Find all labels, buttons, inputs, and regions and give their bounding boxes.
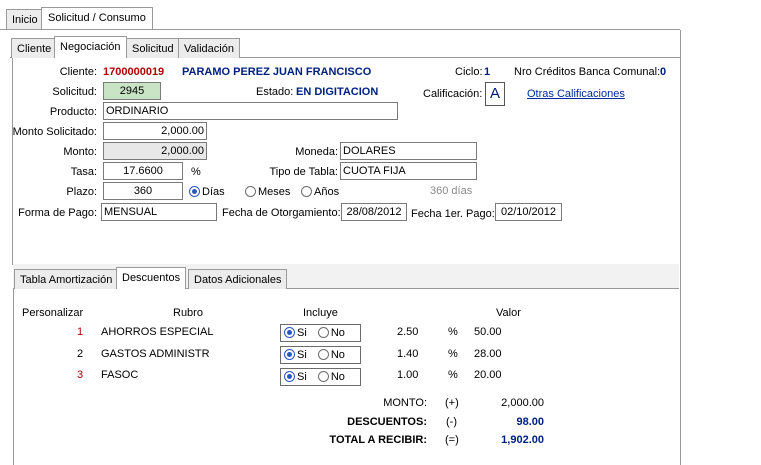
monto-field: 2,000.00 — [103, 142, 207, 160]
row-3-pct-sign: % — [448, 369, 458, 381]
row-1-pct-sign: % — [448, 326, 458, 338]
calificacion-label: Calificación: — [423, 88, 483, 100]
row-2-incluye-toggle[interactable]: Si No — [280, 346, 361, 364]
radio-dias[interactable] — [189, 186, 200, 197]
tipo-tabla-label: Tipo de Tabla: — [269, 166, 339, 178]
total-recibir-value: 1,902.00 — [501, 434, 544, 446]
tasa-unit: % — [191, 166, 201, 178]
monto-solicitado-field[interactable]: 2,000.00 — [103, 122, 207, 140]
row-2-si-label: Si — [297, 349, 307, 361]
tab-tabla-amortizacion[interactable]: Tabla Amortización — [14, 269, 119, 289]
plazo-option-anos-label: Años — [314, 186, 340, 198]
total-monto-value: 2,000.00 — [501, 397, 544, 409]
fecha-otorgamiento-field[interactable]: 28/08/2012 — [341, 203, 407, 221]
producto-label: Producto: — [49, 106, 97, 118]
total-recibir-label: TOTAL A RECIBIR: — [329, 434, 427, 446]
total-monto-label: MONTO: — [383, 397, 427, 409]
solicitud-field[interactable]: 2945 — [103, 82, 161, 100]
estado-label: Estado: — [256, 86, 294, 98]
calificacion-box: A — [485, 82, 505, 106]
header-rubro: Rubro — [173, 307, 203, 319]
total-descuentos-value: 98.00 — [516, 416, 544, 428]
row-3-rubro: FASOC — [101, 369, 139, 381]
client-label: Cliente: — [59, 66, 97, 78]
row-1-rubro: AHORROS ESPECIAL — [101, 326, 214, 338]
radio-anos[interactable] — [301, 186, 312, 197]
header-valor: Valor — [496, 307, 521, 319]
estado-value: EN DIGITACION — [296, 86, 379, 98]
moneda-field[interactable]: DOLARES — [340, 142, 477, 160]
plazo-option-dias-label: Días — [202, 186, 225, 198]
row-1-incluye-toggle[interactable]: Si No — [280, 324, 361, 342]
row-2-pct-sign: % — [448, 348, 458, 360]
ciclo-label: Ciclo: — [455, 66, 483, 78]
plazo-option-dias[interactable]: Días — [189, 186, 225, 198]
plazo-option-meses[interactable]: Meses — [245, 186, 290, 198]
plazo-option-meses-label: Meses — [258, 186, 291, 198]
row-2-valor: 28.00 — [474, 348, 502, 360]
tab-solicitud-consumo[interactable]: Solicitud / Consumo — [41, 7, 153, 29]
forma-pago-field[interactable]: MENSUAL — [101, 203, 217, 221]
total-descuentos-label: DESCUENTOS: — [347, 416, 427, 428]
nro-creditos-label: Nro Créditos Banca Comunal: — [514, 66, 661, 78]
solicitud-label: Solicitud: — [52, 86, 97, 98]
total-recibir-sign: (=) — [445, 434, 459, 446]
row-1-si-radio[interactable] — [284, 327, 295, 338]
tipo-tabla-field[interactable]: CUOTA FIJA — [340, 162, 477, 180]
otras-calificaciones-link[interactable]: Otras Calificaciones — [527, 88, 625, 100]
plazo-label: Plazo: — [66, 186, 97, 198]
header-incluye: Incluye — [303, 307, 338, 319]
tab-cliente[interactable]: Cliente — [11, 38, 58, 58]
tasa-label: Tasa: — [70, 166, 97, 178]
nro-creditos-value: 0 — [660, 66, 667, 78]
plazo-field[interactable]: 360 — [103, 182, 183, 200]
fecha-primer-pago-field[interactable]: 02/10/2012 — [495, 203, 562, 221]
row-3-no-radio[interactable] — [317, 371, 329, 382]
row-3-si-label: Si — [297, 371, 307, 383]
plazo-hint: 360 días — [430, 185, 473, 197]
tab-negociacion[interactable]: Negociación — [54, 36, 127, 58]
producto-field[interactable]: ORDINARIO — [103, 102, 398, 120]
row-2-num: 2 — [77, 348, 84, 360]
fecha-otorgamiento-label: Fecha de Otorgamiento: — [222, 207, 341, 219]
row-3-si-radio[interactable] — [284, 371, 295, 382]
client-code: 1700000019 — [103, 66, 165, 78]
tab-solicitud[interactable]: Solicitud — [126, 38, 180, 58]
row-3-incluye-toggle[interactable]: Si No — [280, 368, 361, 386]
client-name: PARAMO PEREZ JUAN FRANCISCO — [182, 66, 372, 78]
forma-pago-label: Forma de Pago: — [18, 207, 97, 219]
row-1-pct: 2.50 — [397, 326, 419, 338]
row-2-no-radio[interactable] — [317, 349, 329, 360]
row-1-valor: 50.00 — [474, 326, 502, 338]
tab-datos-adicionales[interactable]: Datos Adicionales — [188, 269, 288, 289]
radio-meses[interactable] — [245, 186, 256, 197]
ciclo-value: 1 — [484, 66, 491, 78]
tab-descuentos[interactable]: Descuentos — [116, 267, 187, 289]
row-3-no-label: No — [330, 371, 345, 383]
row-3-num: 3 — [77, 369, 84, 381]
row-1-num: 1 — [77, 326, 84, 338]
total-monto-sign: (+) — [445, 397, 459, 409]
row-2-no-label: No — [330, 349, 345, 361]
plazo-option-anos[interactable]: Años — [301, 186, 339, 198]
monto-label: Monto: — [63, 146, 97, 158]
tab-validacion[interactable]: Validación — [178, 38, 240, 58]
row-1-no-radio[interactable] — [317, 327, 329, 338]
row-2-pct: 1.40 — [397, 348, 419, 360]
row-2-si-radio[interactable] — [284, 349, 295, 360]
header-personalizar: Personalizar — [22, 307, 84, 319]
tasa-field[interactable]: 17.6600 — [103, 162, 183, 180]
row-3-valor: 20.00 — [474, 369, 502, 381]
row-2-rubro: GASTOS ADMINISTR — [101, 348, 210, 360]
moneda-label: Moneda: — [295, 146, 338, 158]
fecha-primer-pago-label: Fecha 1er. Pago: — [411, 208, 495, 220]
row-1-si-label: Si — [297, 327, 307, 339]
tab-inicio[interactable]: Inicio — [6, 9, 44, 29]
row-1-no-label: No — [330, 327, 345, 339]
row-3-pct: 1.00 — [397, 369, 419, 381]
total-descuentos-sign: (-) — [446, 416, 457, 428]
monto-solicitado-label: Monto Solicitado: — [12, 126, 97, 138]
